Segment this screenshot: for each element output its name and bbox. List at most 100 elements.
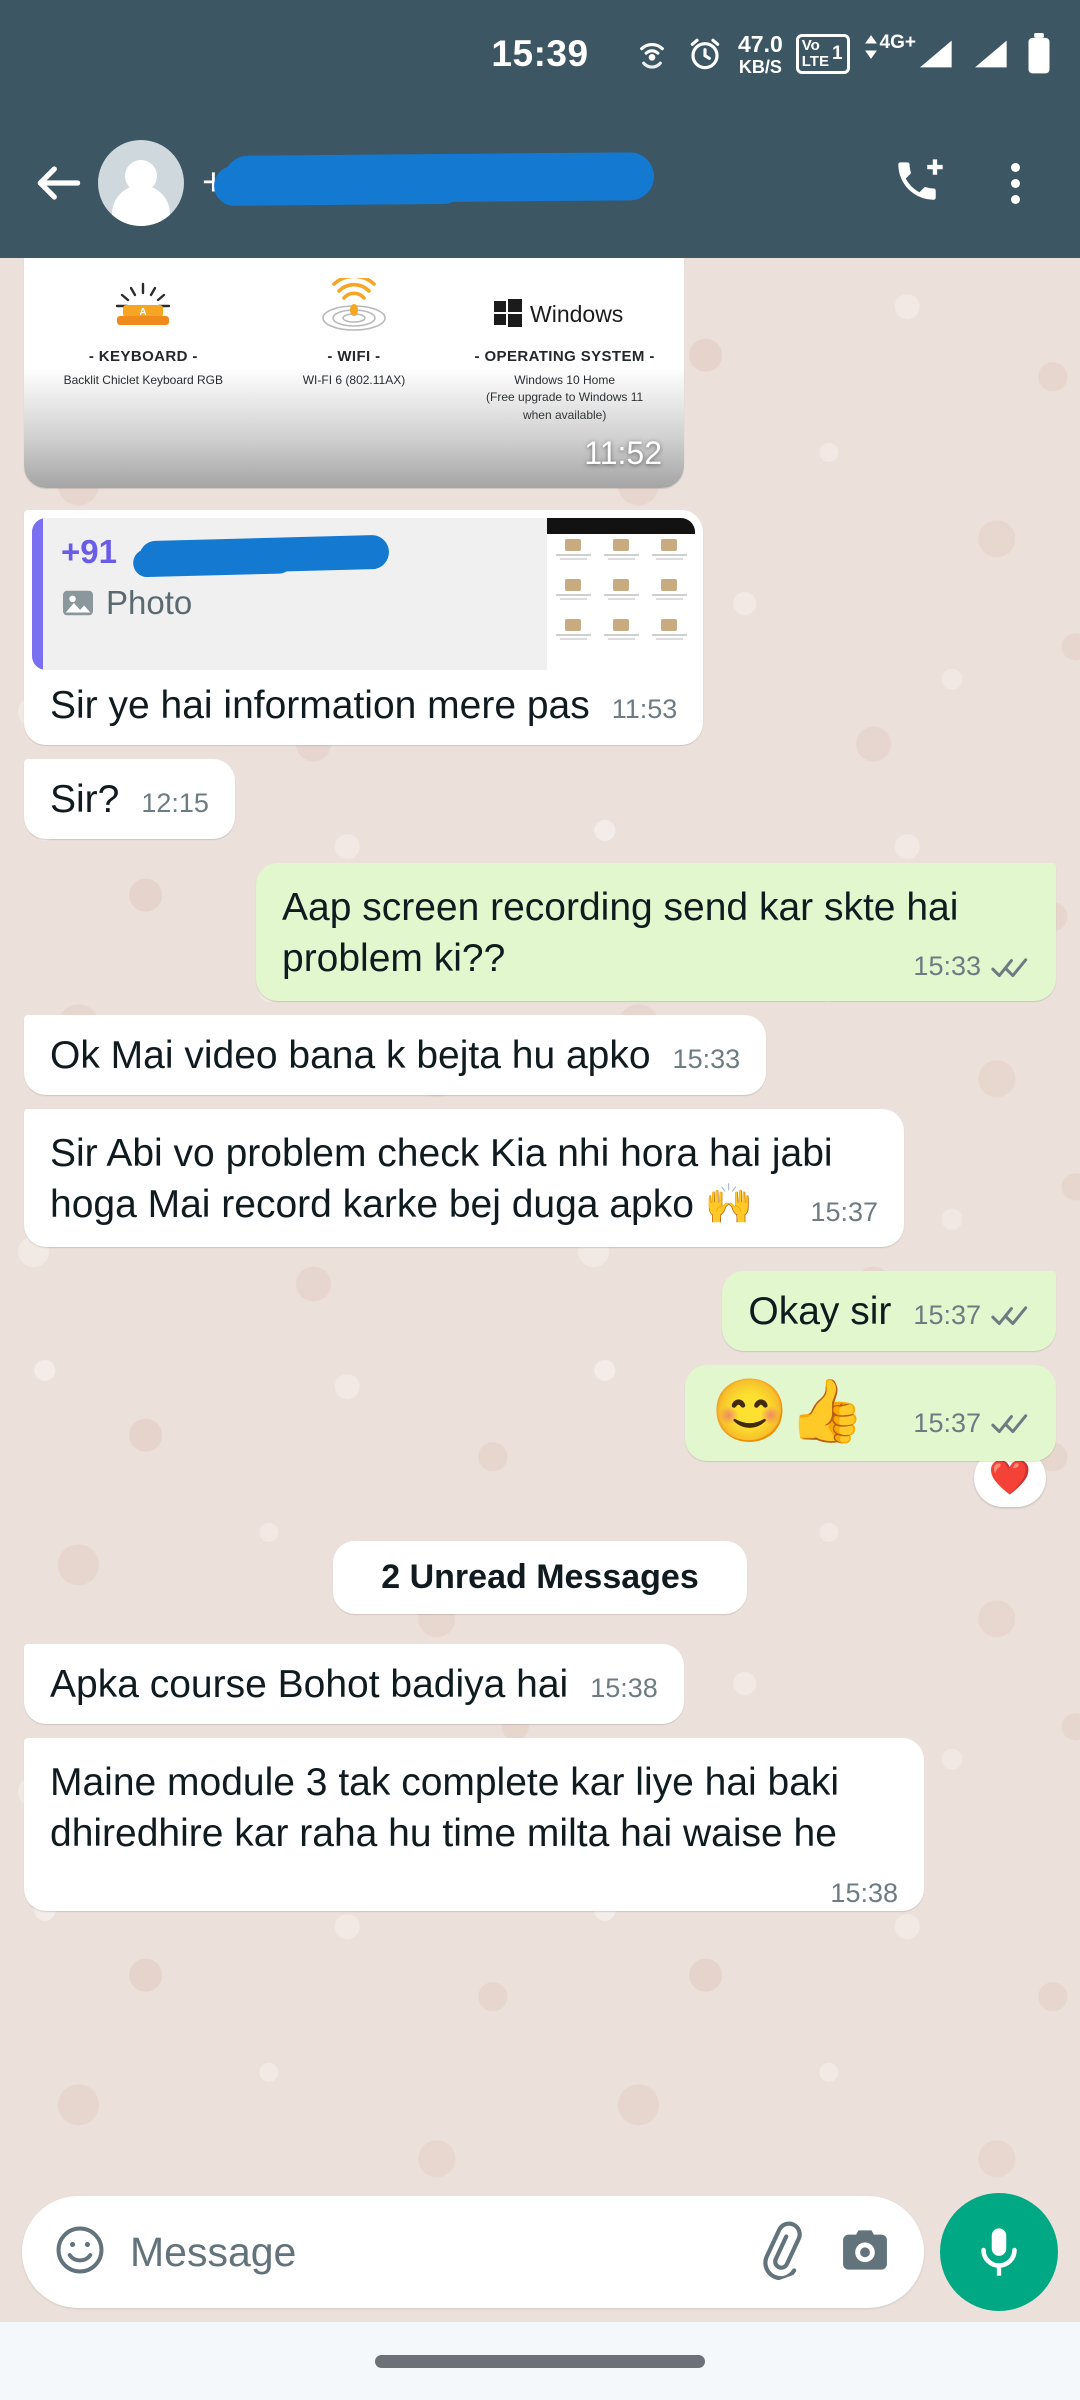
status-bar-icons: 47.0 KB/S Vo LTE 1 4G+ [632,0,1054,108]
message-timestamp: 15:37 [913,1299,981,1330]
message-text-line: Sir? 12:15 [24,759,235,839]
double-check-icon [990,1302,1030,1328]
quote-preview-label: Photo [106,584,193,621]
message-meta: 15:37 [810,1195,878,1231]
message-bubble-quoted[interactable]: +91 Photo Sir ye hai information mere pa… [24,510,704,745]
message-row: Sir Abi vo problem check Kia nhi hora ha… [0,1108,1080,1247]
redaction-overlay [223,152,655,204]
message-emoji: 😊👍 [711,1376,866,1446]
back-arrow-icon[interactable] [28,152,90,214]
message-text: Apka course Bohot badiya hai [50,1662,569,1706]
message-input-bar: Message [0,2182,1080,2322]
message-timestamp: 15:33 [672,1043,741,1074]
wifi-icon [256,276,452,336]
sim-number: 1 [831,42,843,64]
search-input-placeholder[interactable]: Message [130,2229,730,2276]
unread-divider: 2 Unread Messages [0,1507,1080,1644]
network-speed-unit: KB/S [738,56,782,77]
thumbnail-cell [551,539,595,575]
message-list[interactable]: A - KEYBOARD - Backlit Chiclet Keyboard … [0,258,1080,2205]
battery-icon [1024,33,1054,75]
message-input-field[interactable]: Message [22,2196,924,2308]
chat-header: +91 [0,108,1080,258]
message-text-line: Ok Mai video bana k bejta hu apko 15:33 [24,1015,766,1095]
signal-icon: 4G+ [863,32,956,74]
message-body: Sir Abi vo problem check Kia nhi hora ha… [24,1109,904,1247]
svg-text:A: A [140,307,147,318]
message-row: Okay sir 15:37 [0,1270,1080,1351]
message-text: Sir? [50,778,120,821]
status-bar: 15:39 47.0 KB/S Vo LTE 1 4G+ [0,0,1080,108]
double-check-icon [990,1410,1030,1436]
volte-label-bottom: LTE [801,53,829,70]
message-meta: 15:38 [590,1673,658,1704]
message-bubble[interactable]: Maine module 3 tak complete kar liye hai… [24,1737,924,1912]
message-text: Ok Mai video bana k bejta hu apko [50,1033,651,1077]
message-text-line: Okay sir 15:37 [722,1271,1056,1351]
message-text: Sir Abi vo problem check Kia nhi hora ha… [50,1131,833,1227]
contact-name-area[interactable]: +91 [202,138,888,228]
message-timestamp: 11:52 [584,435,662,471]
spec-heading: - WIFI - [327,348,381,365]
whatsapp-chat-screen: 15:39 47.0 KB/S Vo LTE 1 4G+ A - KEYBOAR… [0,0,1080,2400]
thumbnail-cell [599,539,643,575]
message-timestamp: 12:15 [141,788,209,818]
message-meta: 15:37 [913,1408,1030,1439]
message-bubble[interactable]: Sir Abi vo problem check Kia nhi hora ha… [24,1108,904,1247]
message-text-line: Sir ye hai information mere pas 11:53 [24,670,703,745]
message-timestamp: 15:33 [913,951,981,982]
message-bubble[interactable]: Ok Mai video bana k bejta hu apko 15:33 [24,1014,767,1095]
avatar-body [112,185,170,226]
message-body: Maine module 3 tak complete kar liye hai… [24,1738,924,1908]
message-timestamp: 15:37 [810,1197,878,1228]
message-bubble-emoji[interactable]: 😊👍 15:37 [685,1364,1056,1461]
message-meta: 15:33 [913,949,1030,985]
paperclip-icon[interactable] [752,2221,808,2283]
thumbnail-cell [647,619,691,655]
system-navigation-bar [0,2322,1080,2400]
windows-logo-icon: Windows [467,276,663,336]
camera-icon[interactable] [836,2222,894,2283]
volte-label-top: Vo [801,37,820,54]
message-image-bubble[interactable]: A - KEYBOARD - Backlit Chiclet Keyboard … [24,258,684,488]
message-timestamp: 15:37 [913,1407,981,1438]
data-transfer-arrows-icon [863,34,879,60]
message-bubble[interactable]: Okay sir 15:37 [722,1270,1056,1351]
message-bubble[interactable]: Aap screen recording send kar skte hai p… [256,863,1056,1001]
home-indicator[interactable] [375,2354,705,2368]
quote-accent-bar [32,518,43,670]
message-row: Aap screen recording send kar skte hai p… [0,863,1080,1001]
quote-author: +91 [61,533,531,576]
message-timestamp: 15:38 [830,1877,898,1908]
message-row: Ok Mai video bana k bejta hu apko 15:33 [0,1014,1080,1095]
reaction-emoji: ❤️ [988,1458,1032,1497]
add-call-icon[interactable] [888,152,950,214]
message-row: 😊👍 15:37 [0,1364,1080,1461]
message-text-line: Apka course Bohot badiya hai 15:38 [24,1644,684,1724]
message-row: Sir? 12:15 [0,759,1080,839]
message-text: Maine module 3 tak complete kar liye hai… [50,1760,840,1856]
message-bubble[interactable]: Apka course Bohot badiya hai 15:38 [24,1643,684,1724]
thumbnail-cell [551,619,595,655]
microphone-icon[interactable] [940,2193,1058,2311]
spec-heading: - KEYBOARD - [88,348,198,365]
overflow-menu-icon[interactable] [984,152,1046,214]
message-meta: 11:53 [612,694,678,725]
message-text-line: 😊👍 15:37 [685,1365,1056,1461]
avatar[interactable] [98,140,184,226]
quoted-message[interactable]: +91 Photo [32,518,696,670]
svg-text:Windows: Windows [530,301,623,327]
message-body: Aap screen recording send kar skte hai p… [256,863,1056,1001]
message-bubble[interactable]: Sir? 12:15 [24,759,235,839]
keyboard-icon: A [45,276,241,336]
emoji-smiley-icon[interactable] [52,2222,108,2283]
double-check-icon [990,954,1030,980]
message-text: Sir ye hai information mere pas [50,684,590,727]
thumbnail-cell [647,579,691,615]
message-meta: 15:38 [830,1876,898,1912]
message-row: Maine module 3 tak complete kar liye hai… [0,1737,1080,1912]
alarm-clock-icon [685,34,725,74]
spec-heading: - OPERATING SYSTEM - [474,348,655,365]
laptop-spec-image: A - KEYBOARD - Backlit Chiclet Keyboard … [24,258,684,488]
thumbnail-cell [551,579,595,615]
